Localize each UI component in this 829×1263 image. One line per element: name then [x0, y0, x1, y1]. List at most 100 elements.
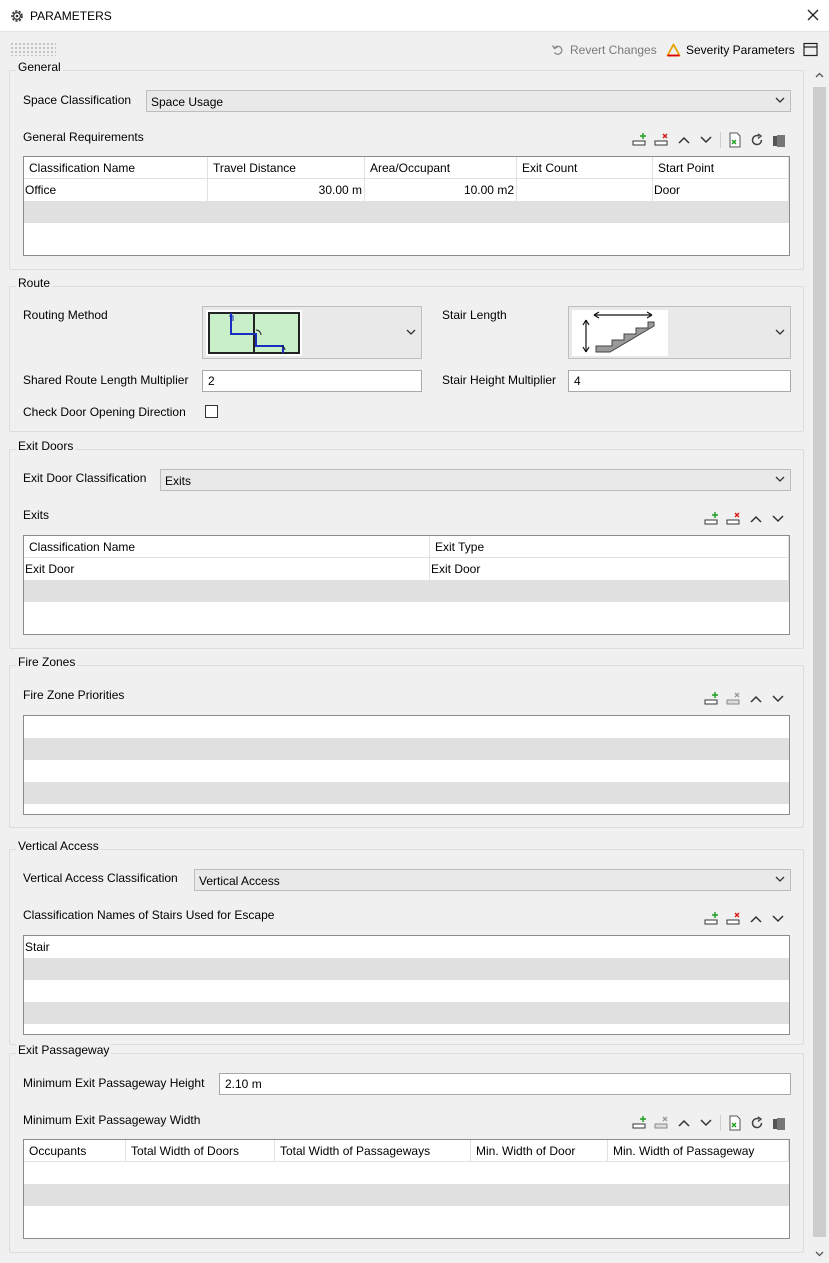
chevron-up-icon	[815, 72, 824, 77]
column-header-exit-type[interactable]: Exit Type	[430, 536, 789, 558]
exit-passageway-group-title: Exit Passageway	[16, 1043, 112, 1057]
routing-method-select[interactable]	[202, 306, 422, 359]
revert-changes-button[interactable]: Revert Changes	[551, 41, 657, 59]
column-header-min-width-passageway[interactable]: Min. Width of Passageway	[608, 1140, 789, 1162]
table-cell[interactable]: Exit Door	[24, 558, 430, 580]
vertical-access-group-title: Vertical Access	[16, 839, 101, 853]
scroll-up-button[interactable]	[811, 66, 828, 83]
move-up-icon[interactable]	[676, 1115, 692, 1131]
refresh-icon[interactable]	[749, 1115, 765, 1131]
column-header-area-occupant[interactable]: Area/Occupant	[365, 157, 517, 179]
chevron-down-icon	[775, 876, 785, 882]
paste-icon[interactable]	[771, 132, 787, 148]
column-header-total-width-passageways[interactable]: Total Width of Passageways	[275, 1140, 471, 1162]
move-up-icon[interactable]	[748, 691, 764, 707]
toolbar-separator	[720, 1115, 721, 1131]
table-row-empty[interactable]	[24, 1162, 789, 1184]
min-passageway-width-table[interactable]: Occupants Total Width of Doors Total Wid…	[23, 1139, 790, 1239]
move-down-icon[interactable]	[698, 1115, 714, 1131]
min-passageway-height-input[interactable]	[219, 1073, 791, 1095]
layout-panel-icon[interactable]	[803, 42, 818, 57]
space-classification-select[interactable]: Space Usage	[146, 90, 791, 112]
stair-length-select[interactable]	[568, 306, 791, 359]
drag-grip[interactable]	[10, 42, 56, 56]
delete-row-icon[interactable]	[726, 511, 742, 527]
column-header-exit-count[interactable]: Exit Count	[517, 157, 653, 179]
list-item[interactable]: Stair	[24, 936, 789, 958]
add-row-icon[interactable]	[704, 511, 720, 527]
table-row-empty[interactable]	[24, 201, 789, 223]
move-up-icon[interactable]	[676, 132, 692, 148]
list-item[interactable]	[24, 958, 789, 980]
table-row-empty[interactable]	[24, 580, 789, 602]
excel-import-icon[interactable]	[727, 1115, 743, 1131]
vertical-access-group: Vertical Access Vertical Access Classifi…	[9, 839, 804, 1045]
move-up-icon[interactable]	[748, 911, 764, 927]
vertical-access-classification-select[interactable]: Vertical Access	[194, 869, 791, 891]
column-header-travel-distance[interactable]: Travel Distance	[208, 157, 365, 179]
close-icon[interactable]	[805, 7, 821, 23]
column-header-start-point[interactable]: Start Point	[653, 157, 789, 179]
list-item[interactable]	[24, 716, 789, 738]
exit-door-classification-select[interactable]: Exits	[160, 469, 791, 491]
table-cell[interactable]: Door	[653, 179, 789, 201]
add-row-icon[interactable]	[632, 1115, 648, 1131]
list-item[interactable]	[24, 1002, 789, 1024]
column-header-total-width-doors[interactable]: Total Width of Doors	[126, 1140, 275, 1162]
chevron-down-icon	[775, 476, 785, 482]
space-classification-label: Space Classification	[23, 93, 132, 107]
scroll-down-button[interactable]	[811, 1245, 828, 1262]
column-header-occupants[interactable]: Occupants	[24, 1140, 126, 1162]
exits-table[interactable]: Classification Name Exit Type Exit Door …	[23, 535, 790, 635]
table-cell[interactable]: Office	[24, 179, 208, 201]
fire-zone-priorities-list[interactable]	[23, 715, 790, 815]
table-cell[interactable]: Exit Door	[430, 558, 789, 580]
move-up-icon[interactable]	[748, 511, 764, 527]
list-item[interactable]	[24, 782, 789, 804]
table-cell[interactable]: 30.00 m	[208, 179, 365, 201]
column-header-classification-name[interactable]: Classification Name	[24, 157, 208, 179]
move-down-icon[interactable]	[698, 132, 714, 148]
list-item[interactable]	[24, 760, 789, 782]
min-passageway-width-label: Minimum Exit Passageway Width	[23, 1113, 201, 1127]
check-door-opening-checkbox[interactable]	[205, 405, 218, 418]
table-cell[interactable]	[517, 179, 653, 201]
list-item[interactable]	[24, 738, 789, 760]
vertical-scrollbar[interactable]	[811, 66, 828, 1262]
table-row-empty[interactable]	[24, 1184, 789, 1206]
table-cell[interactable]: 10.00 m2	[365, 179, 517, 201]
fire-zone-priorities-toolbar	[698, 691, 786, 707]
general-requirements-table[interactable]: Classification Name Travel Distance Area…	[23, 156, 790, 256]
delete-row-icon[interactable]	[654, 132, 670, 148]
scroll-thumb[interactable]	[813, 87, 826, 1237]
refresh-icon[interactable]	[749, 132, 765, 148]
severity-parameters-button[interactable]: Severity Parameters	[666, 41, 795, 59]
exit-doors-group-title: Exit Doors	[16, 439, 76, 453]
escape-stairs-list[interactable]: Stair	[23, 935, 790, 1035]
add-row-icon[interactable]	[632, 132, 648, 148]
add-row-icon[interactable]	[704, 911, 720, 927]
move-down-icon[interactable]	[770, 911, 786, 927]
stair-height-multiplier-label: Stair Height Multiplier	[442, 373, 557, 387]
column-header-classification-name[interactable]: Classification Name	[24, 536, 430, 558]
move-down-icon[interactable]	[770, 691, 786, 707]
delete-row-icon[interactable]	[726, 911, 742, 927]
table-row[interactable]: Office 30.00 m 10.00 m2 Door	[24, 179, 789, 201]
chevron-down-icon	[815, 1251, 824, 1256]
table-row[interactable]: Exit Door Exit Door	[24, 558, 789, 580]
severity-parameters-label: Severity Parameters	[686, 43, 795, 57]
delete-row-disabled-icon[interactable]	[726, 691, 742, 707]
move-down-icon[interactable]	[770, 511, 786, 527]
exit-doors-group: Exit Doors Exit Door Classification Exit…	[9, 439, 804, 649]
space-classification-value: Space Usage	[151, 95, 224, 109]
delete-row-disabled-icon[interactable]	[654, 1115, 670, 1131]
column-header-min-width-door[interactable]: Min. Width of Door	[471, 1140, 608, 1162]
paste-icon[interactable]	[771, 1115, 787, 1131]
stair-height-multiplier-input[interactable]	[568, 370, 791, 392]
list-item[interactable]	[24, 980, 789, 1002]
excel-import-icon[interactable]	[727, 132, 743, 148]
add-row-icon[interactable]	[704, 691, 720, 707]
chevron-down-icon	[775, 329, 785, 335]
route-group: Route Routing Method Stair Length Shared…	[9, 276, 804, 432]
shared-route-multiplier-input[interactable]	[202, 370, 422, 392]
